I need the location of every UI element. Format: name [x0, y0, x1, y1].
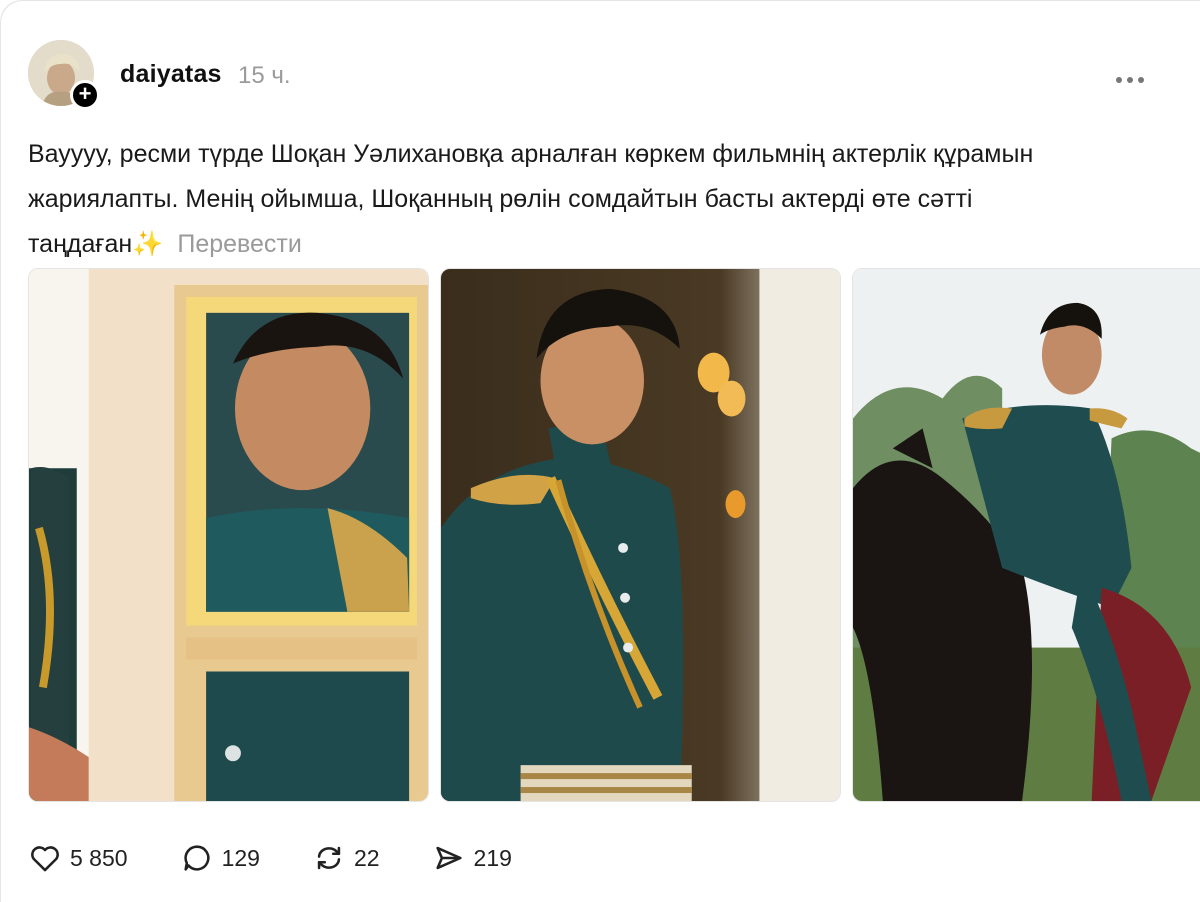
threads-post: + daiyatas 15 ч. Вауууу, ресми түрде Шоқ…: [0, 0, 1200, 902]
translate-link[interactable]: Перевести: [177, 230, 302, 258]
repost-button[interactable]: 22: [312, 841, 380, 875]
like-button[interactable]: 5 850: [28, 841, 128, 875]
share-button[interactable]: 219: [432, 841, 512, 875]
repost-icon: [317, 846, 341, 870]
action-bar: 5 850 129 22 219: [28, 838, 564, 878]
follow-plus-icon[interactable]: +: [70, 80, 100, 110]
post-text: Вауууу, ресми түрде Шоқан Уәлихановқа ар…: [28, 132, 1168, 267]
post-image-1[interactable]: [28, 268, 429, 802]
reposts-count: 22: [353, 844, 380, 871]
heart-icon: [31, 846, 59, 872]
timestamp: 15 ч.: [238, 62, 291, 89]
comment-bubble-icon: [183, 845, 210, 871]
more-dots-icon[interactable]: [1116, 70, 1156, 83]
sparkle-icon: ✨: [132, 230, 164, 258]
comment-button[interactable]: 129: [180, 841, 260, 875]
likes-count: 5 850: [70, 844, 128, 871]
username[interactable]: daiyatas: [120, 60, 222, 89]
post-image-3[interactable]: [852, 268, 1200, 802]
comments-count: 129: [221, 844, 260, 871]
post-image-2[interactable]: [440, 268, 841, 802]
avatar-container[interactable]: +: [28, 40, 100, 110]
send-icon: [435, 846, 462, 870]
shares-count: 219: [473, 844, 512, 871]
